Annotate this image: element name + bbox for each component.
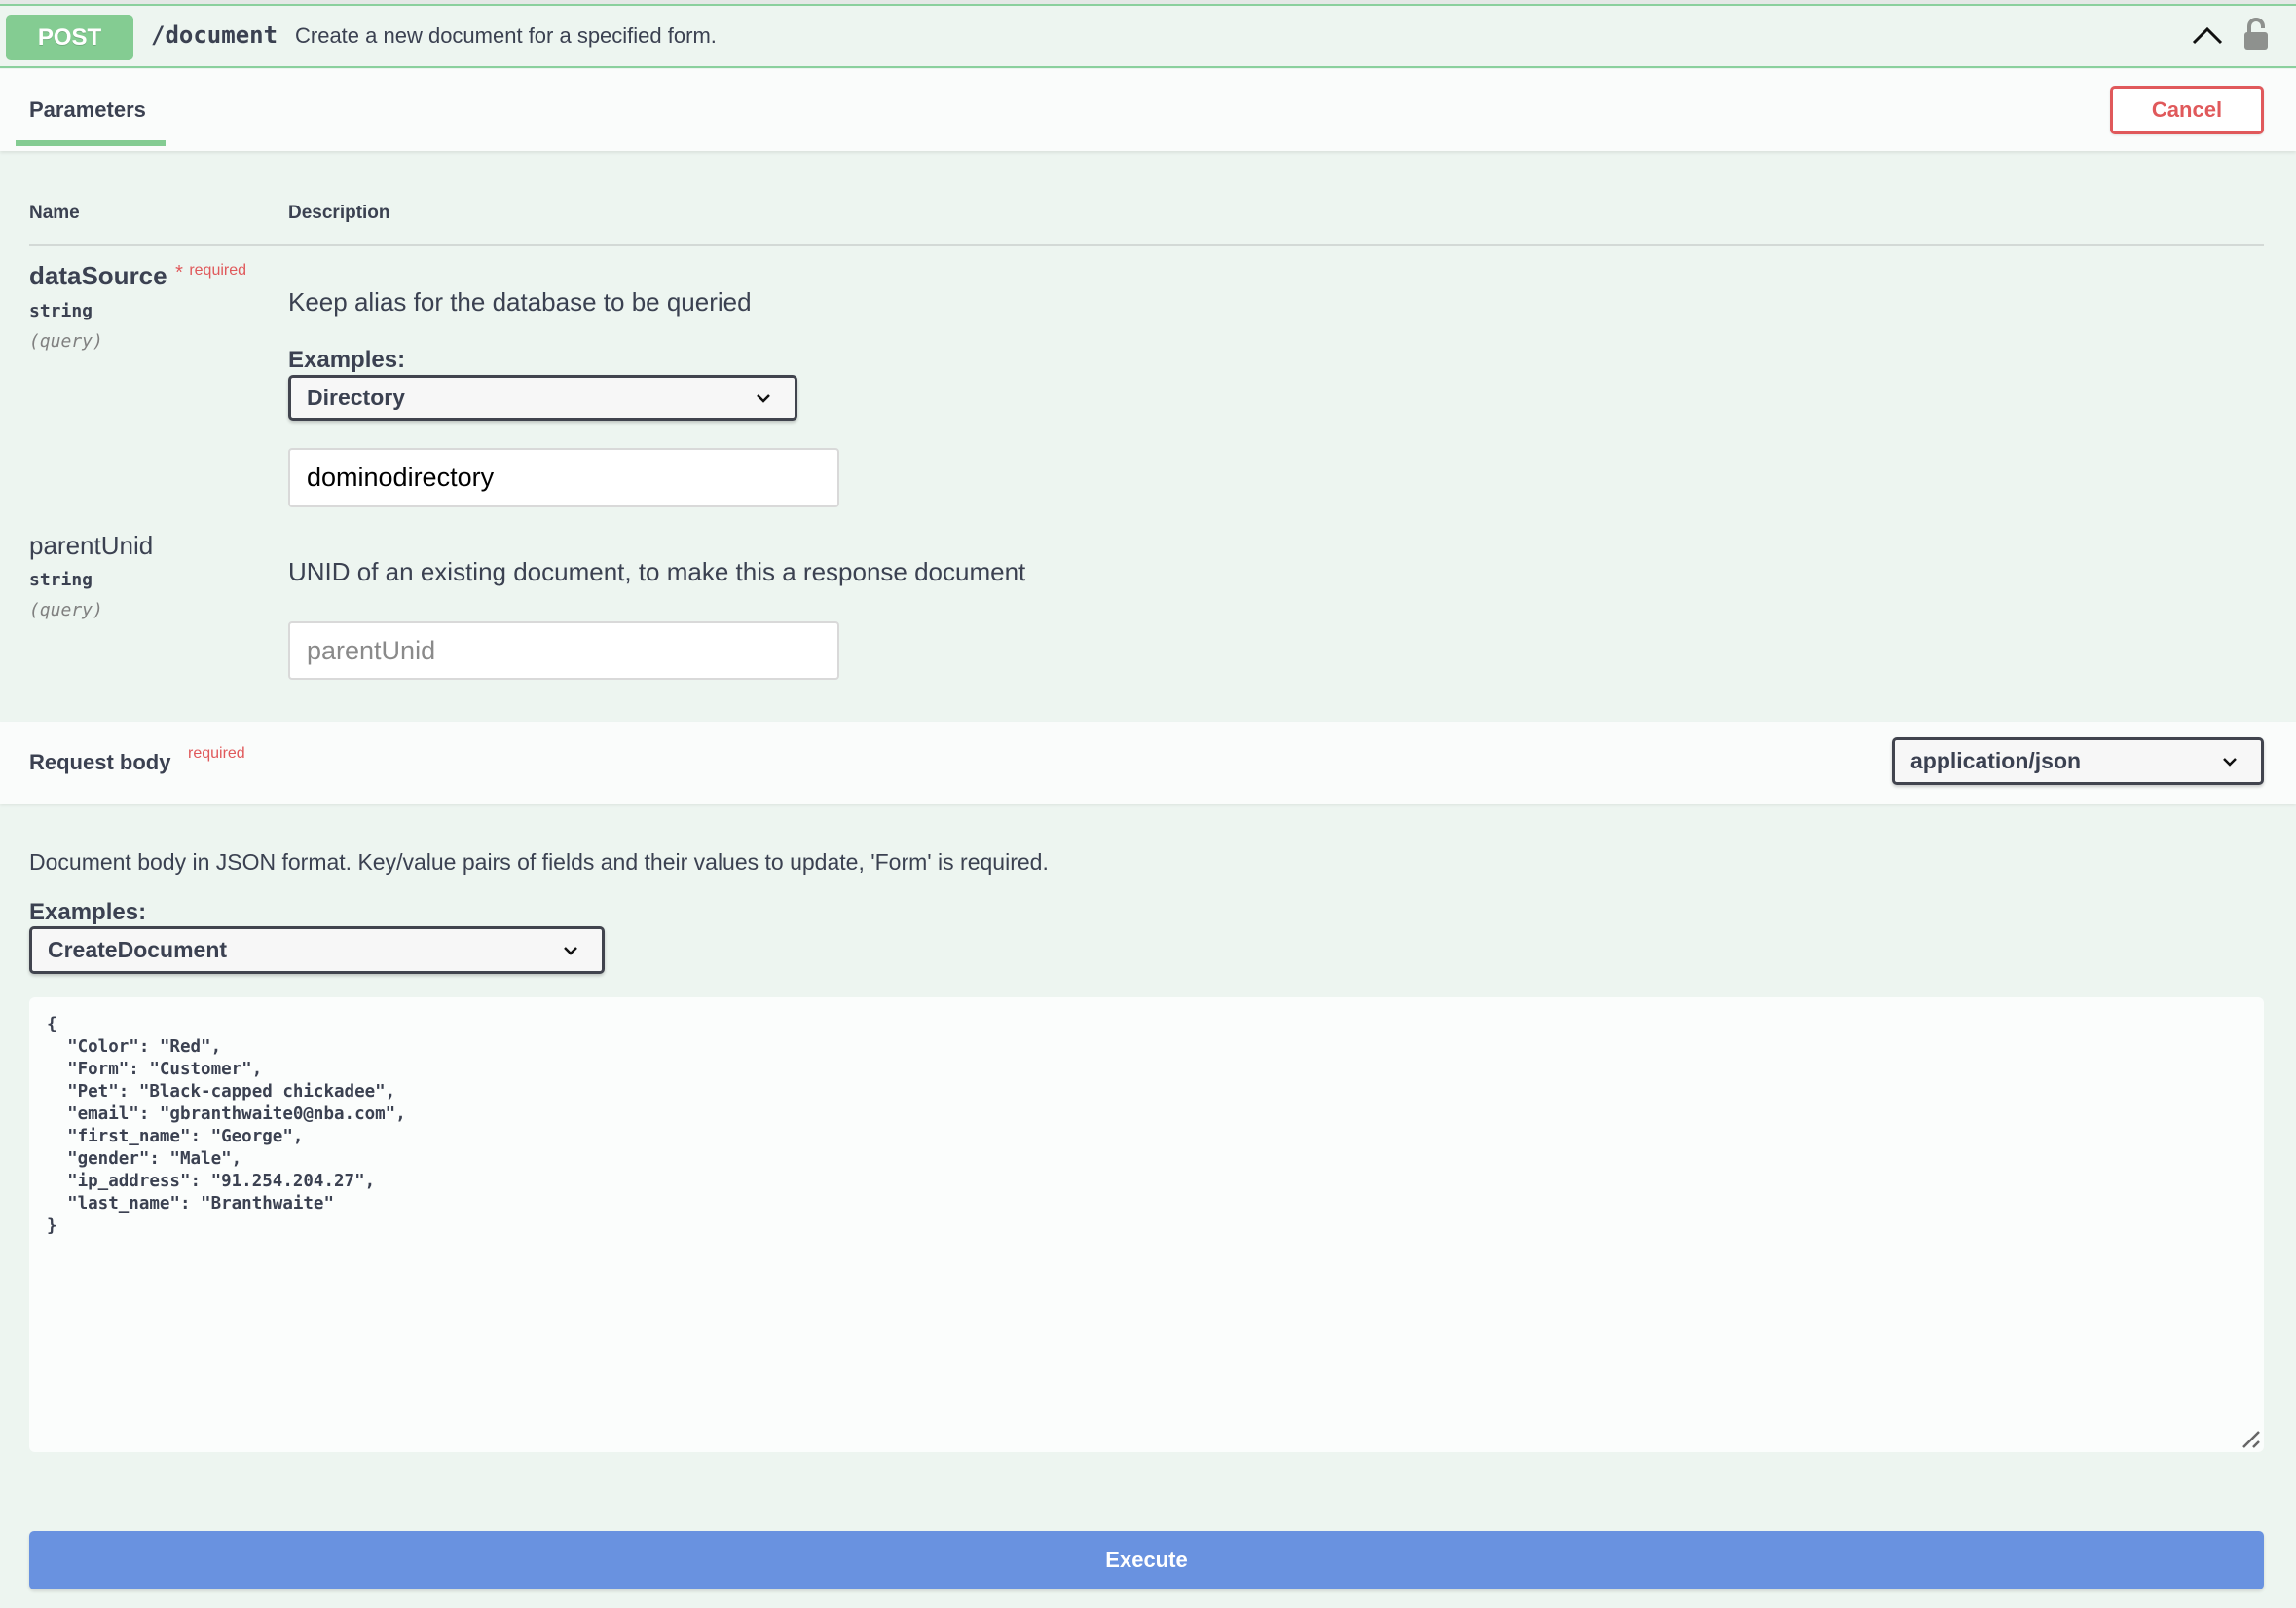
cancel-button[interactable]: Cancel (2110, 86, 2264, 134)
operation-path[interactable]: /document (151, 21, 278, 49)
lock-icon[interactable] (2243, 18, 2269, 51)
datasource-input[interactable]: dominodirectory (288, 448, 839, 507)
param-name: dataSource (29, 261, 167, 290)
examples-label: Examples: (29, 899, 147, 925)
param-location: (query) (29, 600, 103, 620)
chevron-down-icon (757, 393, 770, 403)
param-type: string (29, 570, 93, 590)
select-value: CreateDocument (48, 937, 228, 962)
method-badge: POST (6, 15, 133, 60)
examples-label: Examples: (288, 347, 406, 373)
request-body-title: Request body (29, 750, 171, 774)
execute-button[interactable]: Execute (29, 1531, 2264, 1589)
table-divider (29, 244, 2264, 246)
param-location: (query) (29, 331, 103, 352)
content-type-select[interactable]: application/json (1892, 737, 2264, 785)
resize-handle-icon[interactable] (2241, 1430, 2261, 1449)
required-label: required (189, 262, 247, 279)
select-value: Directory (307, 385, 405, 410)
operation-summary: Create a new document for a specified fo… (295, 23, 717, 48)
chevron-down-icon (564, 946, 577, 955)
column-header-name: Name (29, 203, 80, 223)
param-name-cell: dataSource * required (29, 261, 246, 291)
request-body-editor[interactable]: { "Color": "Red", "Form": "Customer", "P… (29, 997, 2264, 1452)
tab-active-indicator (16, 140, 166, 146)
datasource-examples-select[interactable]: Directory (288, 375, 797, 421)
param-description: UNID of an existing document, to make th… (288, 557, 1026, 586)
request-body-description: Document body in JSON format. Key/value … (29, 849, 1049, 875)
required-star: * (175, 262, 183, 283)
tab-parameters[interactable]: Parameters (29, 97, 146, 123)
select-value: application/json (1910, 748, 2082, 773)
chevron-down-icon (2223, 757, 2237, 767)
body-examples-select[interactable]: CreateDocument (29, 926, 605, 974)
param-description: Keep alias for the database to be querie… (288, 287, 752, 317)
tab-bar (0, 69, 2296, 151)
param-name: parentUnid (29, 531, 154, 560)
column-header-description: Description (288, 203, 390, 223)
chevron-up-icon[interactable] (2191, 24, 2224, 46)
required-label: required (188, 745, 245, 762)
param-type: string (29, 301, 93, 321)
parentunid-input[interactable]: parentUnid (288, 621, 839, 680)
